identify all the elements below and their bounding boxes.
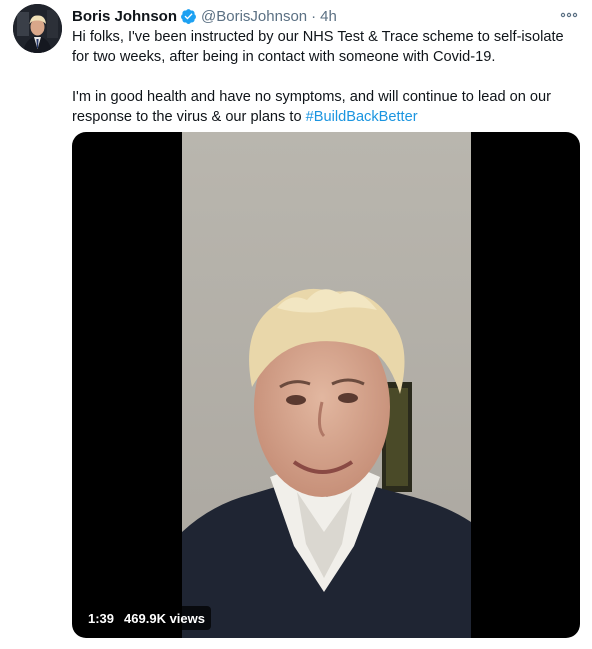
hashtag-link[interactable]: #BuildBackBetter [306, 109, 418, 125]
tweet-header: Boris Johnson @BorisJohnson · 4h [72, 6, 337, 26]
author-name[interactable]: Boris Johnson [72, 8, 177, 25]
video-stats-badge: 1:39 469.9K views [82, 606, 211, 630]
tweet-paragraph: Hi folks, I've been instructed by our NH… [72, 29, 564, 65]
tweet-timestamp[interactable]: 4h [320, 8, 337, 25]
video-player[interactable]: 1:39 469.9K views [72, 132, 580, 638]
video-frame[interactable] [182, 132, 471, 638]
video-duration: 1:39 [88, 610, 115, 626]
video-view-count: 469.9K views [124, 610, 205, 626]
tweet-text: Hi folks, I've been instructed by our NH… [72, 27, 578, 127]
author-handle[interactable]: @BorisJohnson [201, 8, 307, 25]
separator-dot: · [311, 7, 317, 25]
tweet-paragraph: I'm in good health and have no symptoms,… [72, 87, 578, 127]
more-options-icon[interactable] [558, 6, 580, 24]
author-avatar[interactable] [13, 4, 62, 53]
verified-badge-icon [181, 8, 196, 24]
